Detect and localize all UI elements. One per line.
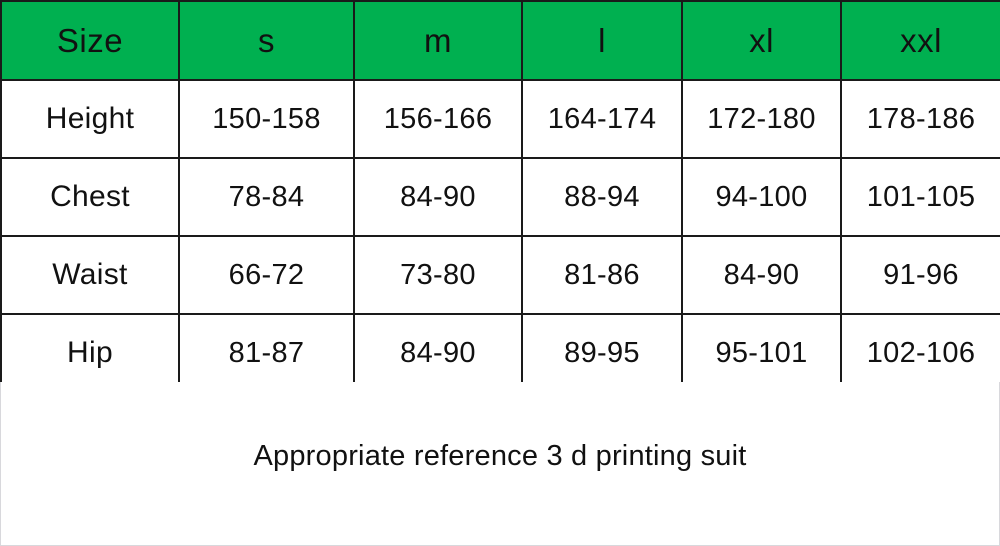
cell-waist-xxl: 91-96 [840, 235, 1000, 315]
table-row: Waist 66-72 73-80 81-86 84-90 91-96 [0, 235, 1000, 315]
cell-hip-xxl: 102-106 [840, 313, 1000, 393]
header-cell-xxl: xxl [840, 0, 1000, 81]
header-cell-size: Size [0, 0, 180, 81]
table-row: Hip 81-87 84-90 89-95 95-101 102-106 [0, 313, 1000, 393]
row-label-hip: Hip [0, 313, 180, 393]
header-cell-m: m [353, 0, 523, 81]
cell-waist-l: 81-86 [521, 235, 683, 315]
cell-height-l: 164-174 [521, 79, 683, 159]
size-chart-page: Size s m l xl xxl Height 150-158 156-166… [0, 0, 1000, 546]
cell-height-xl: 172-180 [681, 79, 842, 159]
cell-chest-l: 88-94 [521, 157, 683, 237]
cell-chest-xl: 94-100 [681, 157, 842, 237]
cell-chest-s: 78-84 [178, 157, 355, 237]
row-label-height: Height [0, 79, 180, 159]
caption-text: Appropriate reference 3 d printing suit [253, 440, 747, 472]
row-label-chest: Chest [0, 157, 180, 237]
cell-height-s: 150-158 [178, 79, 355, 159]
cell-hip-l: 89-95 [521, 313, 683, 393]
header-cell-xl: xl [681, 0, 842, 81]
table-header-row: Size s m l xl xxl [0, 0, 1000, 81]
size-chart-table: Size s m l xl xxl Height 150-158 156-166… [0, 0, 1000, 393]
header-cell-l: l [521, 0, 683, 81]
cell-chest-xxl: 101-105 [840, 157, 1000, 237]
cell-waist-xl: 84-90 [681, 235, 842, 315]
row-label-waist: Waist [0, 235, 180, 315]
cell-hip-s: 81-87 [178, 313, 355, 393]
cell-hip-m: 84-90 [353, 313, 523, 393]
header-cell-s: s [178, 0, 355, 81]
table-row: Height 150-158 156-166 164-174 172-180 1… [0, 79, 1000, 159]
caption-panel: Appropriate reference 3 d printing suit [0, 382, 1000, 546]
cell-chest-m: 84-90 [353, 157, 523, 237]
cell-height-m: 156-166 [353, 79, 523, 159]
cell-waist-m: 73-80 [353, 235, 523, 315]
cell-waist-s: 66-72 [178, 235, 355, 315]
cell-hip-xl: 95-101 [681, 313, 842, 393]
cell-height-xxl: 178-186 [840, 79, 1000, 159]
table-row: Chest 78-84 84-90 88-94 94-100 101-105 [0, 157, 1000, 237]
